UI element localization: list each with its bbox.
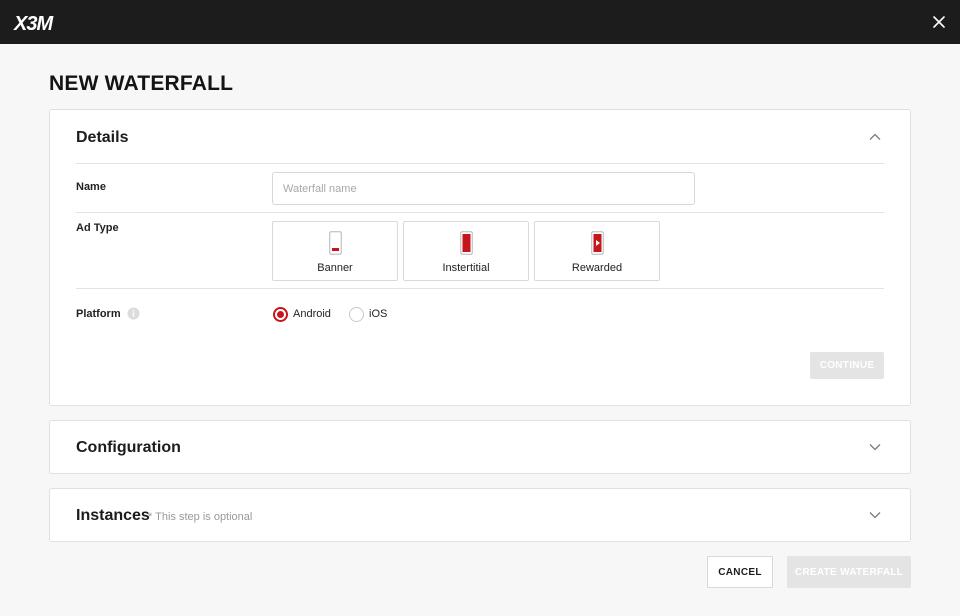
top-bar: X3M [0,0,960,44]
platform-label: Platform [76,308,121,320]
name-label: Name [76,181,106,193]
interstitial-phone-icon [460,231,473,255]
optional-note: * This step is optional [148,511,253,523]
instances-panel[interactable]: Instances * This step is optional [49,488,911,542]
rewarded-phone-icon [591,231,604,255]
page-title: NEW WATERFALL [49,72,234,95]
instances-title: Instances [76,507,150,524]
ad-type-label-text: Banner [317,262,353,274]
radio-label: Android [293,308,331,320]
create-waterfall-button[interactable]: CREATE WATERFALL [787,556,911,588]
close-icon[interactable] [929,12,949,32]
details-title: Details [76,129,129,146]
divider [76,288,884,289]
ad-type-rewarded-card[interactable]: Rewarded [534,221,660,281]
ad-type-label-text: Rewarded [571,262,623,274]
ad-type-banner-card[interactable]: Banner [272,221,398,281]
chevron-down-icon[interactable] [868,508,882,522]
platform-ios-radio[interactable]: iOS [349,306,387,322]
info-icon[interactable] [127,307,140,320]
radio-unchecked-icon [349,306,364,322]
waterfall-name-input[interactable] [272,172,695,205]
details-panel: Details Name Ad Type Banner Instertitial… [49,109,911,406]
radio-checked-icon [273,306,288,322]
configuration-title: Configuration [76,439,181,456]
divider [76,212,884,213]
x3m-logo: X3M [13,13,55,34]
platform-android-radio[interactable]: Android [273,306,331,322]
cancel-button[interactable]: CANCEL [707,556,773,588]
svg-text:X3M: X3M [13,13,54,34]
ad-type-label: Ad Type [76,222,119,234]
configuration-panel[interactable]: Configuration [49,420,911,474]
chevron-down-icon[interactable] [868,440,882,454]
continue-button[interactable]: CONTINUE [810,352,884,379]
ad-type-interstitial-card[interactable]: Instertitial [403,221,529,281]
divider [76,163,884,164]
chevron-up-icon[interactable] [868,130,882,144]
banner-phone-icon [329,231,342,255]
radio-label: iOS [369,308,388,320]
ad-type-label-text: Instertitial [442,262,490,274]
